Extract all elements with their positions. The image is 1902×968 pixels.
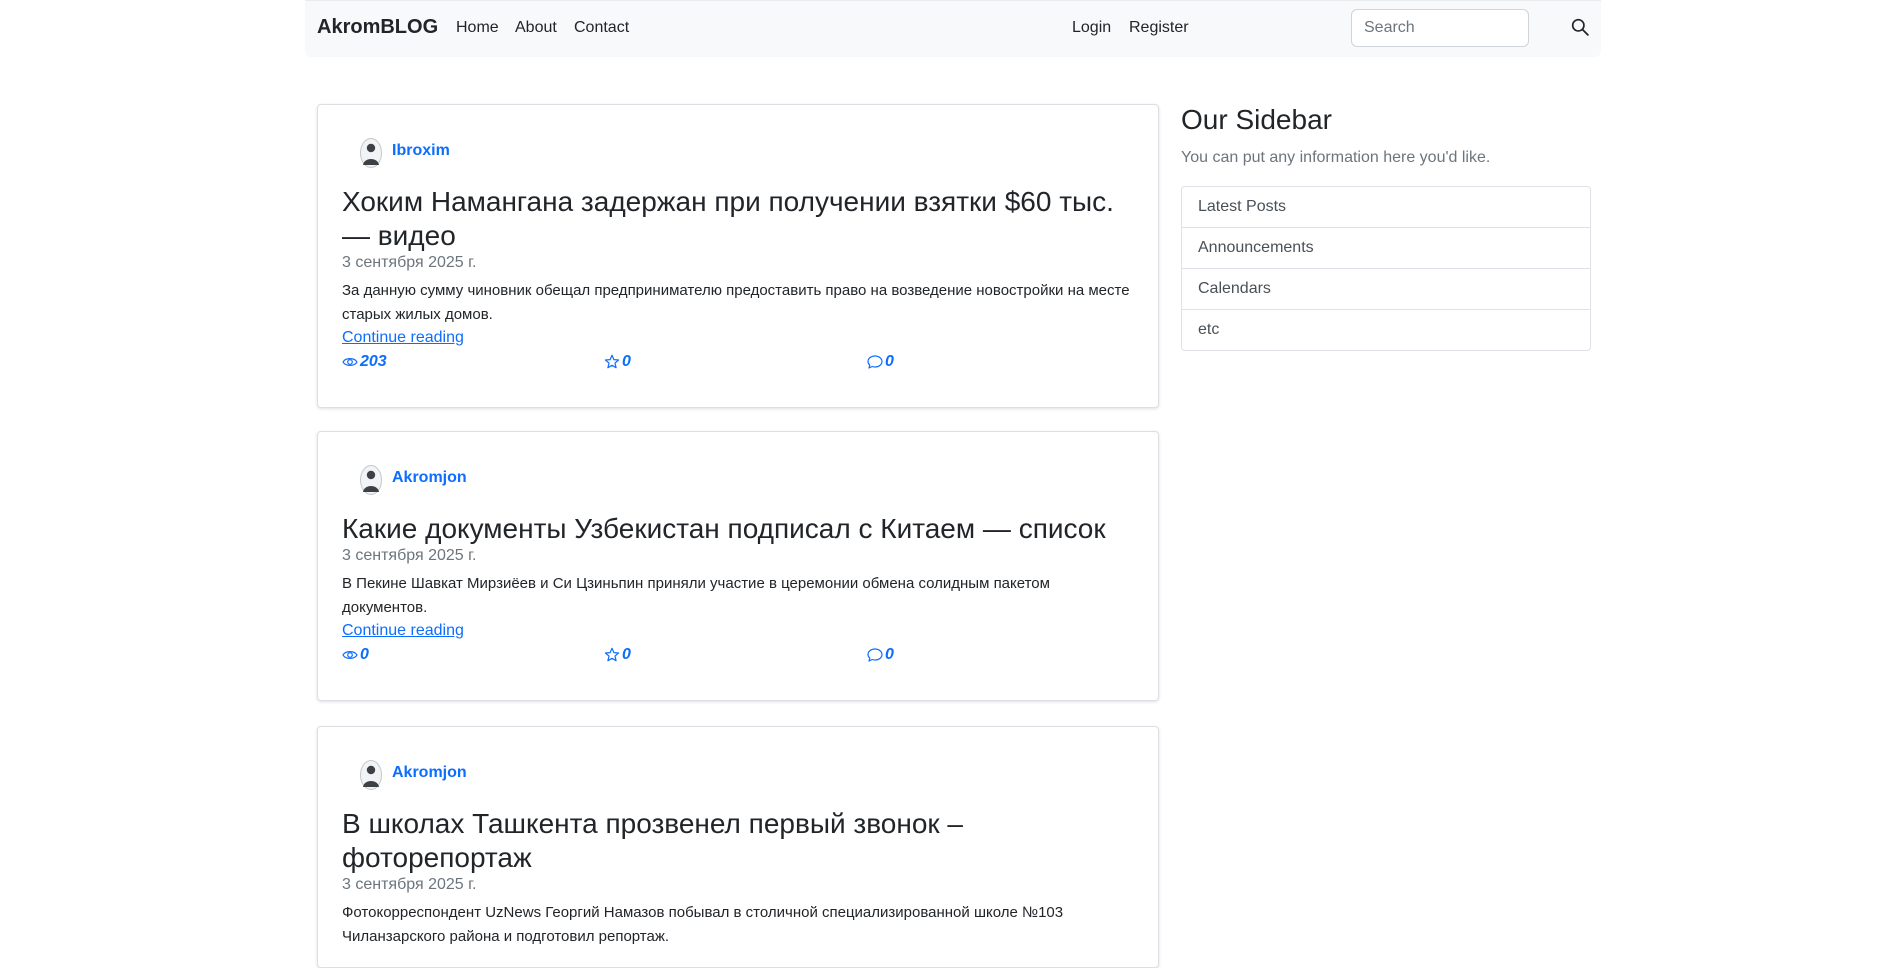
sidebar-item-latest-posts[interactable]: Latest Posts (1182, 187, 1590, 228)
author-link[interactable]: Ibroxim (392, 142, 450, 160)
comments-stat[interactable]: 0 (867, 353, 894, 371)
login-link[interactable]: Login (1072, 19, 1111, 37)
post-excerpt: За данную сумму чиновник обещал предприн… (342, 282, 1130, 323)
likes-stat[interactable]: 0 (604, 646, 631, 664)
views-count: 203 (360, 353, 387, 370)
nav-link-about[interactable]: About (515, 19, 557, 37)
views-stat: 203 (342, 353, 387, 371)
post-date: 3 сентября 2025 г. (342, 547, 477, 564)
brand-logo[interactable]: AkromBLOG (317, 16, 438, 39)
comment-icon (867, 355, 883, 369)
search-icon (1571, 18, 1589, 36)
post-excerpt: Фотокорреспондент UzNews Георгий Намазов… (342, 904, 1064, 945)
sidebar-item-calendars[interactable]: Calendars (1182, 269, 1590, 310)
views-count: 0 (360, 646, 369, 663)
sidebar-description: You can put any information here you'd l… (1181, 149, 1491, 166)
post-card: Ibroxim Хоким Намангана задержан при пол… (317, 104, 1159, 408)
avatar (360, 760, 382, 790)
nav-link-contact[interactable]: Contact (574, 19, 629, 37)
post-title[interactable]: Хоким Намангана задержан при получении в… (342, 185, 1132, 253)
star-icon (604, 354, 620, 369)
post-title[interactable]: Какие документы Узбекистан подписал с Ки… (342, 512, 1132, 546)
sidebar-item-etc[interactable]: etc (1182, 310, 1590, 350)
likes-count: 0 (622, 353, 631, 370)
navbar: AkromBLOG Home About Contact Login Regis… (305, 0, 1601, 57)
comments-count: 0 (885, 646, 894, 663)
avatar (360, 138, 382, 168)
sidebar-list: Latest Posts Announcements Calendars etc (1181, 186, 1591, 351)
search-input[interactable] (1351, 9, 1529, 47)
post-date: 3 сентября 2025 г. (342, 254, 477, 271)
continue-reading-link[interactable]: Continue reading (342, 329, 464, 347)
post-excerpt: В Пекине Шавкат Мирзиёев и Си Цзиньпин п… (342, 575, 1050, 616)
post-title[interactable]: В школах Ташкента прозвенел первый звоно… (342, 807, 1132, 875)
search-button[interactable] (1567, 15, 1593, 41)
sidebar-item-announcements[interactable]: Announcements (1182, 228, 1590, 269)
eye-icon (342, 358, 358, 366)
views-stat: 0 (342, 646, 369, 664)
likes-count: 0 (622, 646, 631, 663)
author-link[interactable]: Akromjon (392, 764, 467, 782)
author-link[interactable]: Akromjon (392, 469, 467, 487)
post-card: Akromjon Какие документы Узбекистан подп… (317, 431, 1159, 701)
register-link[interactable]: Register (1129, 19, 1189, 37)
comments-count: 0 (885, 353, 894, 370)
continue-reading-link[interactable]: Continue reading (342, 622, 464, 640)
eye-icon (342, 651, 358, 659)
nav-link-home[interactable]: Home (456, 19, 499, 37)
comment-icon (867, 648, 883, 662)
avatar (360, 465, 382, 495)
sidebar-title: Our Sidebar (1181, 104, 1332, 135)
post-card: Akromjon В школах Ташкента прозвенел пер… (317, 726, 1159, 968)
post-date: 3 сентября 2025 г. (342, 876, 477, 893)
likes-stat[interactable]: 0 (604, 353, 631, 371)
comments-stat[interactable]: 0 (867, 646, 894, 664)
star-icon (604, 647, 620, 662)
